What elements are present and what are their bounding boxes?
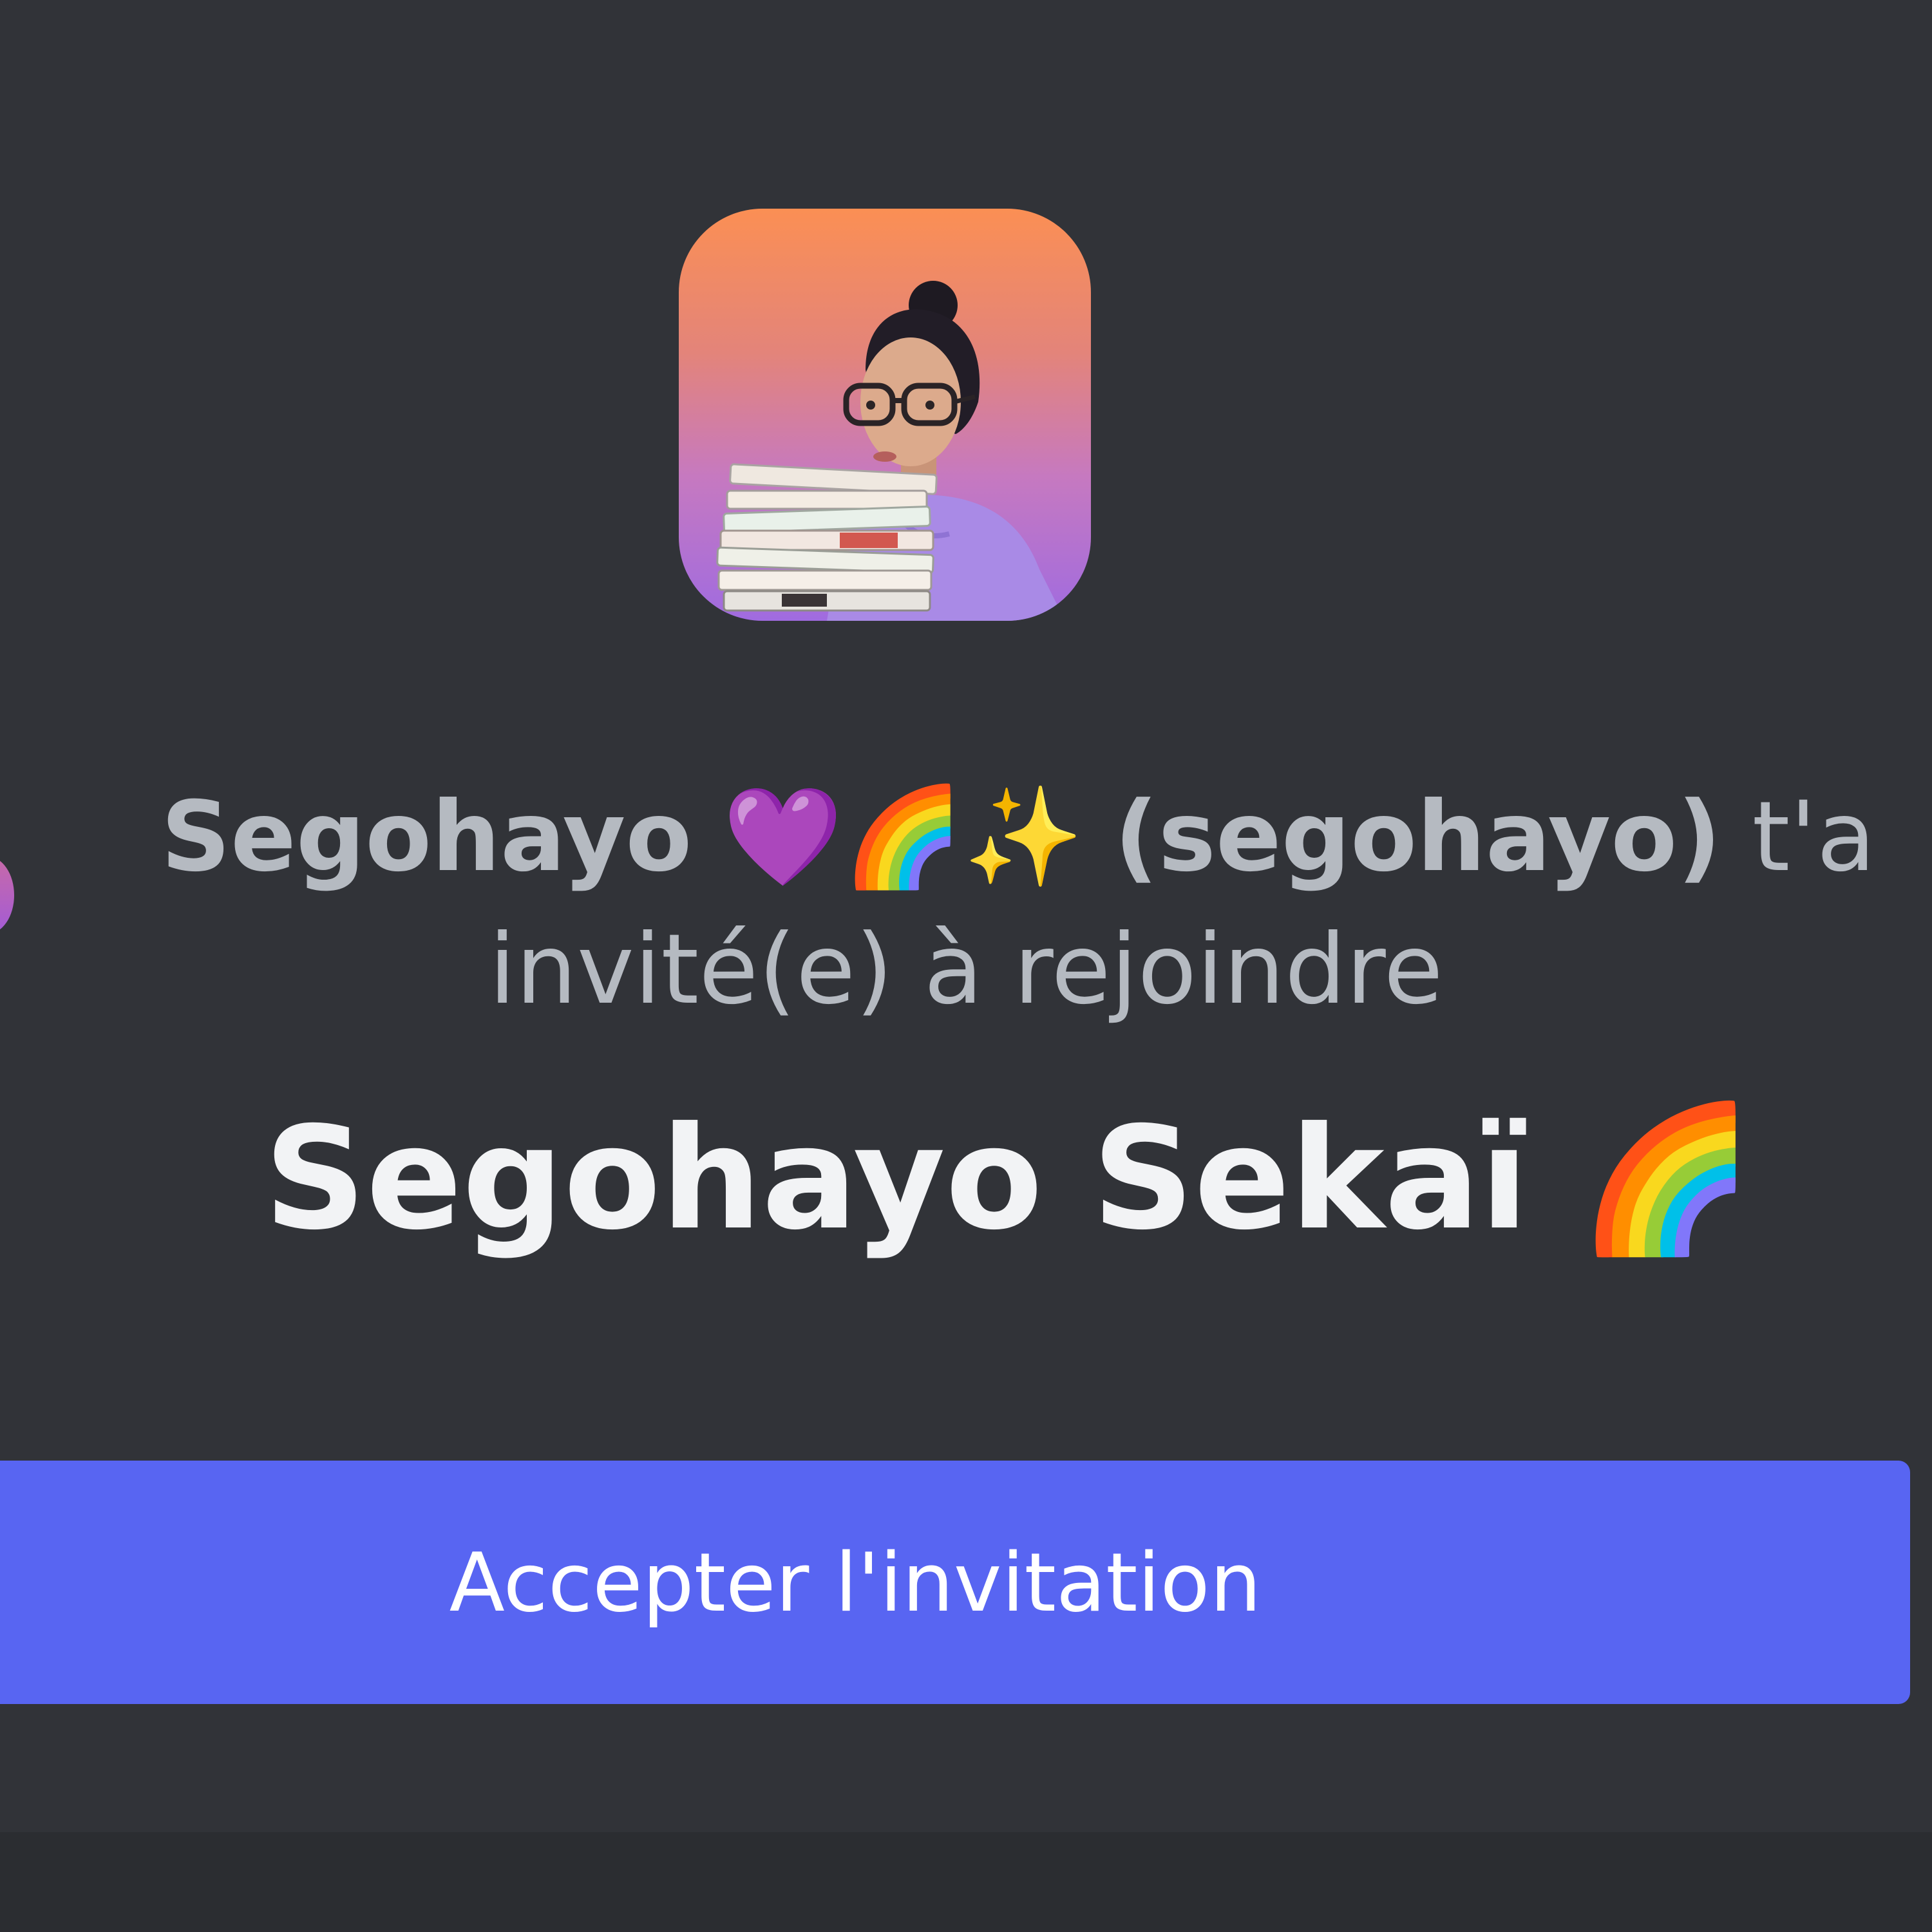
inviter-username: (segohayo) (1114, 781, 1721, 893)
server-icon-illustration (716, 281, 1065, 621)
server-icon (679, 209, 1091, 621)
footer-strip (0, 1832, 1932, 1932)
server-name-emoji: 🌈 (1578, 1096, 1755, 1261)
accept-invite-label: Accepter l'invitation (449, 1535, 1262, 1630)
partial-avatar (0, 857, 14, 934)
invite-message: Segohayo 💜🌈✨ (segohayo) t'a (161, 773, 1876, 902)
invite-text-suffix: t'a (1752, 781, 1876, 893)
inviter-emojis: 💜🌈✨ (723, 781, 1084, 893)
inviter-display-name: Segohayo (161, 781, 692, 893)
server-name-heading: Segohayo Sekaï 🌈 (264, 1095, 1754, 1262)
accept-invite-button[interactable]: Accepter l'invitation (0, 1461, 1910, 1704)
server-name: Segohayo Sekaï (264, 1096, 1529, 1261)
invite-message-line2: invité(e) à rejoindre (489, 914, 1443, 1026)
invite-page: Segohayo 💜🌈✨ (segohayo) t'a invité(e) à … (0, 0, 1932, 1932)
